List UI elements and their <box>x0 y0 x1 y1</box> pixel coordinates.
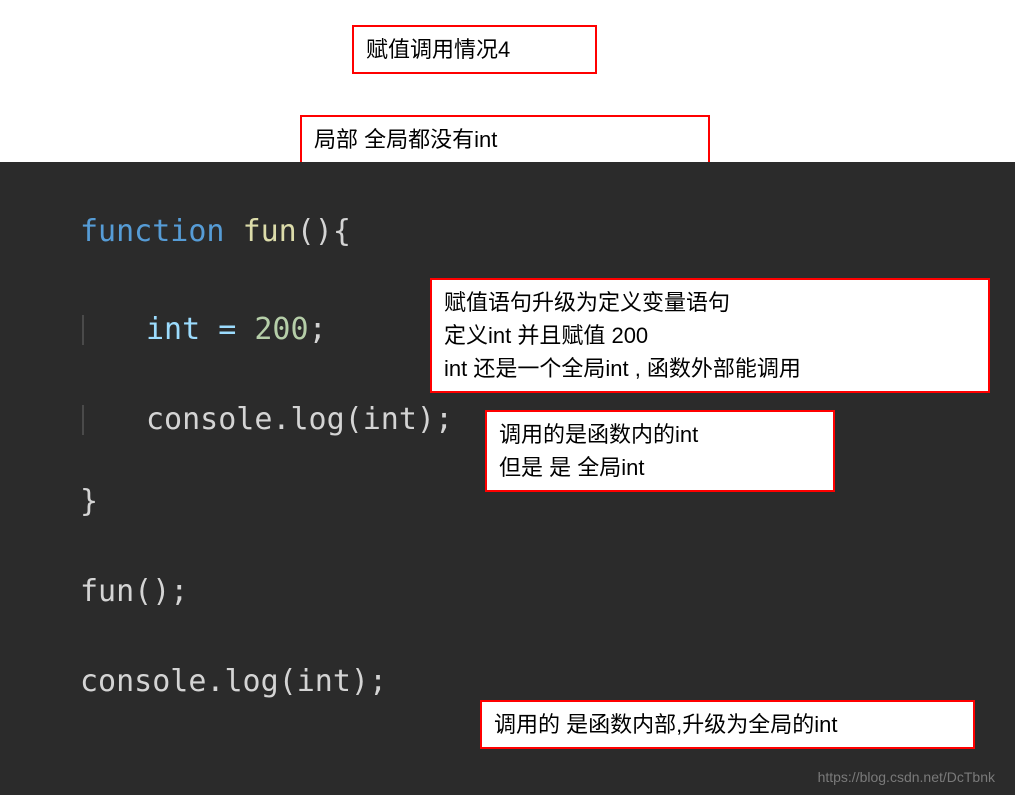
paren-brace: (){ <box>297 214 351 249</box>
function-name: fun <box>243 214 297 249</box>
annotation-text: 局部 全局都没有int <box>314 127 497 152</box>
annotation-line: 赋值语句升级为定义变量语句 <box>444 290 730 315</box>
fn-call: fun(); <box>80 574 188 609</box>
annotation-text: 调用的 是函数内部,升级为全局的int <box>494 712 837 737</box>
watermark-text: https://blog.csdn.net/DcTbnk <box>818 769 995 785</box>
watermark: https://blog.csdn.net/DcTbnk <box>818 769 995 785</box>
annotation-assign-desc: 赋值语句升级为定义变量语句 定义int 并且赋值 200 int 还是一个全局i… <box>430 278 990 393</box>
annotation-scope: 局部 全局都没有int <box>300 115 710 164</box>
assign-var: int = <box>146 312 254 347</box>
annotation-line: 定义int 并且赋值 200 <box>444 323 648 348</box>
annotation-inner-log: 调用的是函数内的int 但是 是 全局int <box>485 410 835 492</box>
keyword-function: function <box>80 214 225 249</box>
assign-value: 200 <box>254 312 308 347</box>
brace-close: } <box>80 484 98 519</box>
annotation-line: 但是 是 全局int <box>499 455 644 480</box>
annotation-line: 调用的是函数内的int <box>499 422 698 447</box>
annotation-title: 赋值调用情况4 <box>352 25 597 74</box>
code-line-call: fun(); <box>80 577 1015 607</box>
annotation-text: 赋值调用情况4 <box>366 37 510 62</box>
annotation-outer-log: 调用的 是函数内部,升级为全局的int <box>480 700 975 749</box>
code-line-function: function fun(){ <box>80 217 1015 247</box>
annotation-line: int 还是一个全局int , 函数外部能调用 <box>444 356 801 381</box>
semicolon: ; <box>309 312 327 347</box>
console-log-outer: console.log(int); <box>80 664 387 699</box>
code-line-log-outer: console.log(int); <box>80 667 1015 697</box>
console-log-inner: console.log(int); <box>146 402 453 437</box>
